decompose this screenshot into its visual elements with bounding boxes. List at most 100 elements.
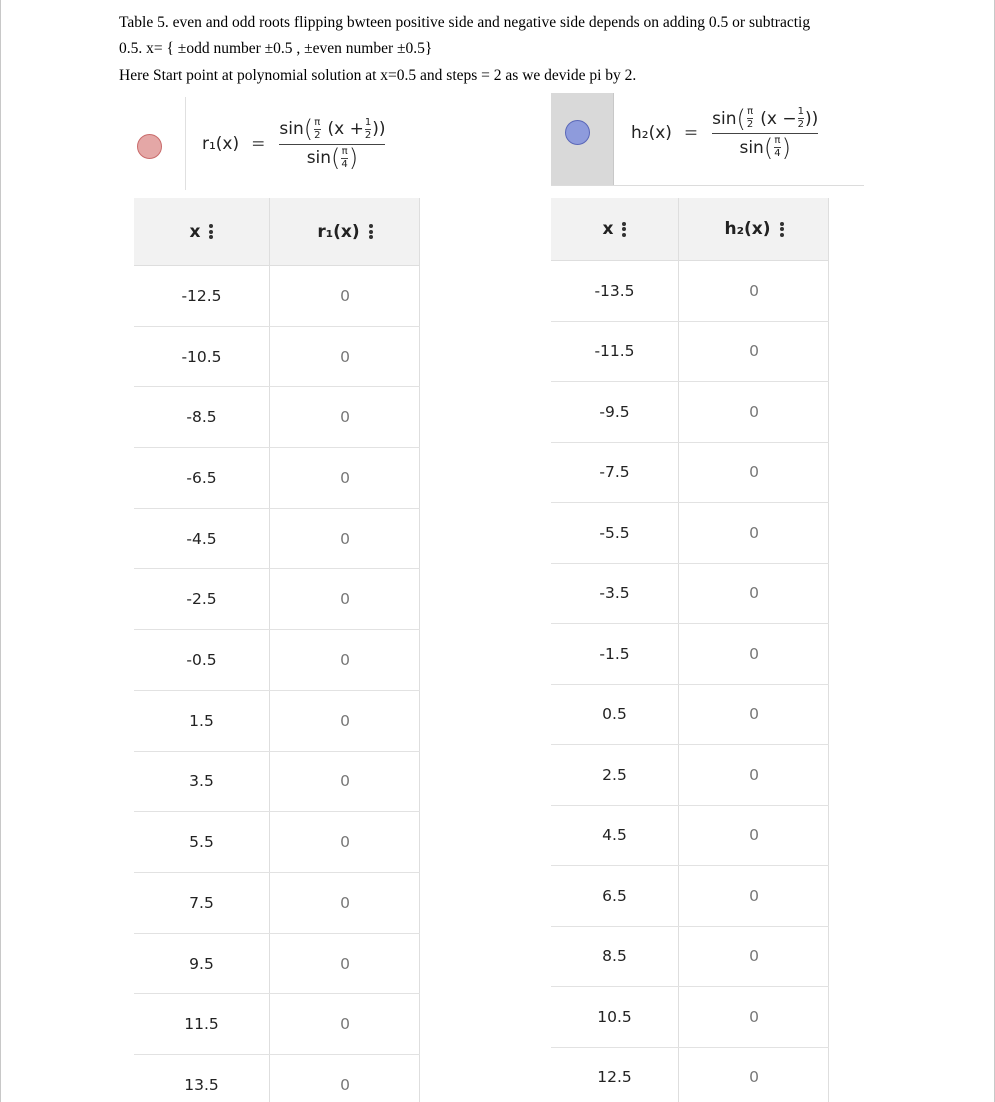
cell-value[interactable]: 0 <box>679 866 829 926</box>
cell-value[interactable]: 0 <box>270 994 420 1054</box>
cell-value[interactable]: 0 <box>270 509 420 569</box>
cell-value[interactable]: 0 <box>679 564 829 624</box>
table-row[interactable]: -9.5 0 <box>551 382 829 443</box>
cell-x[interactable]: 5.5 <box>134 812 269 872</box>
cell-x[interactable]: -8.5 <box>134 387 269 447</box>
cell-x[interactable]: 6.5 <box>551 866 678 926</box>
visibility-cell[interactable] <box>551 93 614 185</box>
cell-value[interactable]: 0 <box>270 266 420 326</box>
cell-value[interactable]: 0 <box>270 873 420 933</box>
table-row[interactable]: -4.5 0 <box>134 509 420 570</box>
visibility-toggle-icon[interactable] <box>565 120 590 145</box>
cell-x[interactable]: 1.5 <box>134 691 269 751</box>
cell-x[interactable]: -1.5 <box>551 624 678 684</box>
table-row[interactable]: 6.5 0 <box>551 866 829 927</box>
column-menu-icon[interactable] <box>368 224 373 239</box>
cell-x[interactable]: 10.5 <box>551 987 678 1047</box>
cell-value[interactable]: 0 <box>270 691 420 751</box>
table-row[interactable]: -11.5 0 <box>551 322 829 382</box>
table-row[interactable]: 0.5 0 <box>551 685 829 745</box>
cell-x[interactable]: 13.5 <box>134 1055 269 1102</box>
cell-value[interactable]: 0 <box>679 503 829 563</box>
cell-value[interactable]: 0 <box>679 806 829 866</box>
cell-x[interactable]: 9.5 <box>134 934 269 994</box>
column-menu-icon[interactable] <box>622 221 627 237</box>
table-row[interactable]: -10.5 0 <box>134 327 420 388</box>
column-menu-icon[interactable] <box>209 224 214 239</box>
column-header-r1[interactable]: r₁(x) <box>270 198 420 265</box>
table-row[interactable]: -6.5 0 <box>134 448 420 509</box>
cell-value[interactable]: 0 <box>270 812 420 872</box>
cell-value[interactable]: 0 <box>270 387 420 447</box>
cell-value[interactable]: 0 <box>270 934 420 994</box>
cell-x[interactable]: -7.5 <box>551 443 678 503</box>
cell-x[interactable]: -6.5 <box>134 448 269 508</box>
cell-value[interactable]: 0 <box>679 685 829 745</box>
cell-value[interactable]: 0 <box>270 630 420 690</box>
cell-x[interactable]: -5.5 <box>551 503 678 563</box>
visibility-toggle-icon[interactable] <box>137 134 162 159</box>
table-row[interactable]: 13.5 0 <box>134 1055 420 1102</box>
table-row[interactable]: -0.5 0 <box>134 630 420 691</box>
cell-x[interactable]: -3.5 <box>551 564 678 624</box>
cell-value[interactable]: 0 <box>270 570 420 630</box>
column-header-h2[interactable]: h₂(x) <box>679 198 829 260</box>
cell-value[interactable]: 0 <box>679 1048 829 1102</box>
table-row[interactable]: 5.5 0 <box>134 812 420 873</box>
sin-label: sin <box>712 108 737 129</box>
table-row[interactable]: -8.5 0 <box>134 387 420 449</box>
cell-value[interactable]: 0 <box>270 752 420 812</box>
visibility-cell[interactable] <box>119 97 186 190</box>
table-row[interactable]: 3.5 0 <box>134 752 420 813</box>
cell-value[interactable]: 0 <box>679 261 829 321</box>
cell-value[interactable]: 0 <box>679 745 829 805</box>
table-row[interactable]: 11.5 0 <box>134 994 420 1056</box>
cell-x[interactable]: -11.5 <box>551 322 678 382</box>
cell-x[interactable]: 8.5 <box>551 927 678 987</box>
cell-x[interactable]: -12.5 <box>134 266 269 326</box>
cell-x[interactable]: 7.5 <box>134 873 269 933</box>
cell-x[interactable]: 2.5 <box>551 745 678 805</box>
x-term: (x − <box>760 108 797 129</box>
table-row[interactable]: -12.5 0 <box>134 266 420 327</box>
table-row[interactable]: 12.5 0 <box>551 1048 829 1102</box>
cell-value[interactable]: 0 <box>679 382 829 442</box>
cell-value[interactable]: 0 <box>679 443 829 503</box>
cell-x[interactable]: -4.5 <box>134 509 269 569</box>
table-row[interactable]: 1.5 0 <box>134 691 420 752</box>
cell-value[interactable]: 0 <box>270 1055 420 1102</box>
table-row[interactable]: -13.5 0 <box>551 261 829 322</box>
cell-value[interactable]: 0 <box>679 927 829 987</box>
cell-x[interactable]: 11.5 <box>134 994 269 1054</box>
table-row[interactable]: -7.5 0 <box>551 443 829 503</box>
cell-x[interactable]: 3.5 <box>134 752 269 812</box>
column-header-x[interactable]: x <box>134 198 269 265</box>
cell-x[interactable]: 12.5 <box>551 1048 678 1102</box>
table-row[interactable]: -3.5 0 <box>551 564 829 624</box>
cell-x[interactable]: -2.5 <box>134 570 269 630</box>
table-row[interactable]: -1.5 0 <box>551 624 829 685</box>
cell-value[interactable]: 0 <box>679 322 829 382</box>
cell-value[interactable]: 0 <box>270 327 420 387</box>
cell-value[interactable]: 0 <box>270 448 420 508</box>
column-menu-icon[interactable] <box>779 221 784 237</box>
cell-x[interactable]: 4.5 <box>551 806 678 866</box>
function-h2-equation[interactable]: h₂(x) = sin ( π2 (x − 12 )) sin ( π4 ) <box>631 87 819 179</box>
table-row[interactable]: 7.5 0 <box>134 873 420 934</box>
cell-x[interactable]: -9.5 <box>551 382 678 442</box>
column-header-x[interactable]: x <box>551 198 678 260</box>
table-row[interactable]: 4.5 0 <box>551 806 829 866</box>
table-row[interactable]: 10.5 0 <box>551 987 829 1048</box>
cell-value[interactable]: 0 <box>679 987 829 1047</box>
table-row[interactable]: -2.5 0 <box>134 570 420 631</box>
cell-x[interactable]: 0.5 <box>551 685 678 745</box>
table-row[interactable]: -5.5 0 <box>551 503 829 564</box>
cell-value[interactable]: 0 <box>679 624 829 684</box>
table-row[interactable]: 9.5 0 <box>134 934 420 995</box>
function-r1-equation[interactable]: r₁(x) = sin ( π2 (x + 12 )) sin ( π4 ) <box>202 97 386 190</box>
cell-x[interactable]: -13.5 <box>551 261 678 321</box>
table-row[interactable]: 8.5 0 <box>551 927 829 987</box>
cell-x[interactable]: -10.5 <box>134 327 269 387</box>
table-row[interactable]: 2.5 0 <box>551 745 829 806</box>
cell-x[interactable]: -0.5 <box>134 630 269 690</box>
